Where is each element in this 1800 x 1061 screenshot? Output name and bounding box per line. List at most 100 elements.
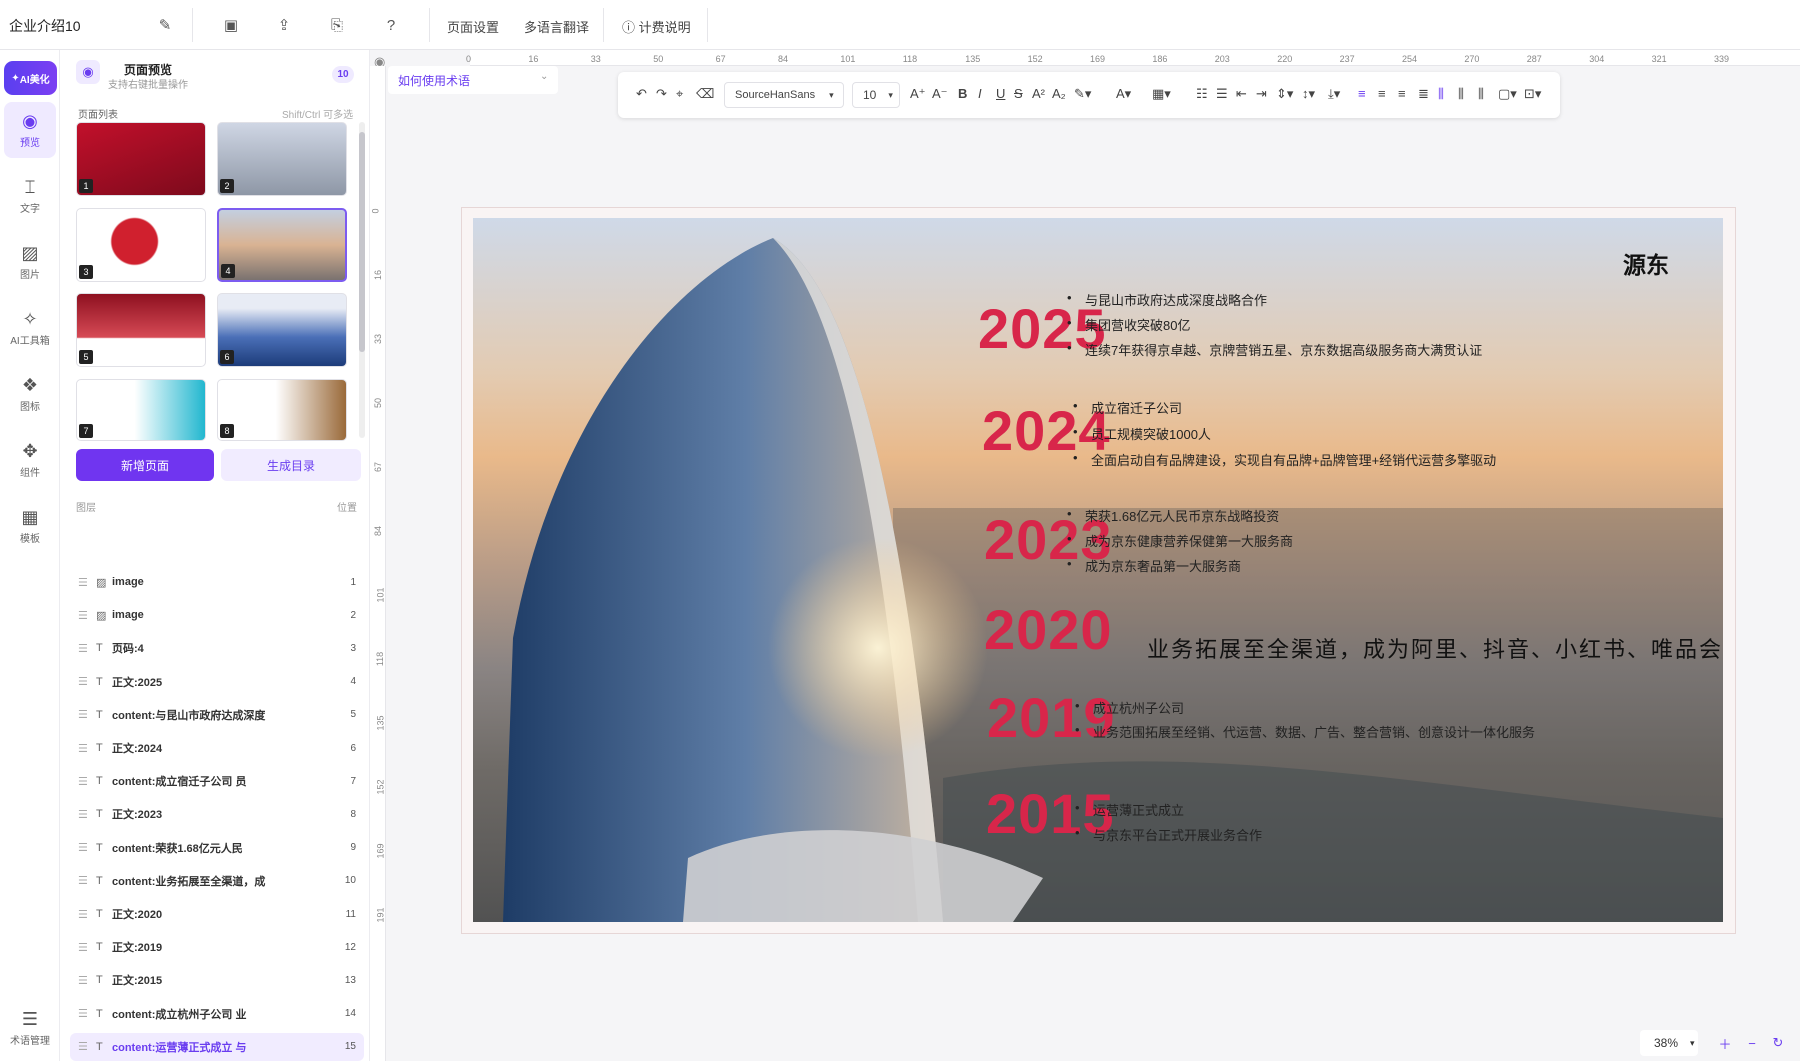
layer-row[interactable]: ☰ Tcontent:荣获1.68亿元人民 9 (70, 834, 364, 862)
save-icon[interactable]: ▣ (220, 14, 242, 36)
drag-handle-icon[interactable]: ☰ (78, 675, 92, 688)
drag-handle-icon[interactable]: ☰ (78, 642, 92, 655)
undo-icon[interactable]: ↶ (636, 86, 647, 102)
reset-zoom-icon[interactable]: ↻ (1767, 1033, 1789, 1053)
slide-thumbnail[interactable]: 3 (76, 208, 206, 282)
slide-thumbnail[interactable]: 5 (76, 293, 206, 367)
drag-handle-icon[interactable]: ☰ (78, 1007, 92, 1020)
timeline-bullet[interactable]: 业务范围拓展至经销、代运营、数据、广告、整合营销、创意设计一体化服务 (1075, 722, 1535, 741)
drag-handle-icon[interactable]: ☰ (78, 609, 92, 622)
nav-templates[interactable]: ▦ 模板 (4, 498, 56, 554)
font-color-icon[interactable]: A▾ (1116, 86, 1131, 102)
slide-thumbnail[interactable]: 6 (217, 293, 347, 367)
translate-button[interactable]: 多语言翻译 (524, 17, 589, 36)
layer-row[interactable]: ☰ Tcontent:运营薄正式成立 与 15 (70, 1032, 364, 1061)
underline-icon[interactable]: U (996, 86, 1005, 101)
layer-row[interactable]: ☰ T 正文:2019 12 (70, 933, 364, 961)
timeline-bullet[interactable]: 成为京东奢品第一大服务商 (1067, 556, 1241, 575)
italic-icon[interactable]: I (978, 86, 982, 101)
layer-row[interactable]: ☰ T 正文:2025 4 (70, 668, 364, 696)
timeline-bullet[interactable]: 运营薄正式成立 (1075, 800, 1184, 819)
slide-thumbnail[interactable]: 8 (217, 379, 347, 441)
nav-image[interactable]: ▨ 图片 (4, 234, 56, 290)
timeline-bullet[interactable]: 荣获1.68亿元人民币京东战略投资 (1067, 506, 1279, 525)
export-icon[interactable]: ⎘ (326, 14, 348, 36)
more-options-icon[interactable]: ⊡▾ (1524, 86, 1541, 102)
drag-handle-icon[interactable]: ☰ (78, 841, 92, 854)
highlight-icon[interactable]: ✎▾ (1074, 86, 1091, 102)
layer-row[interactable]: ☰ T 正文:2024 6 (70, 734, 364, 762)
layer-row[interactable]: ☰ ▨ image 1 (70, 568, 364, 596)
timeline-bullet[interactable]: 员工规模突破1000人 (1073, 424, 1211, 443)
justify-icon[interactable]: ≣ (1418, 86, 1429, 102)
line-spacing-icon[interactable]: ↕▾ (1302, 86, 1315, 102)
document-title[interactable]: 企业介绍10 (9, 16, 81, 36)
zoom-out-icon[interactable]: − (1741, 1033, 1763, 1053)
layer-row[interactable]: ☰ Tcontent:业务拓展至全渠道，成 10 (70, 867, 364, 895)
drag-handle-icon[interactable]: ☰ (78, 808, 92, 821)
nav-preview[interactable]: ◉ 预览 (4, 102, 56, 158)
text-effect-icon[interactable]: ▦▾ (1152, 86, 1171, 102)
help-icon[interactable]: ? (380, 14, 402, 36)
timeline-bullet[interactable]: 集团营收突破80亿 (1067, 315, 1191, 334)
timeline-bullet[interactable]: 成立宿迁子公司 (1073, 398, 1182, 417)
timeline-bullet[interactable]: 连续7年获得京卓越、京牌营销五星、京东数据高级服务商大满贯认证 (1067, 340, 1482, 359)
bullet-list-icon[interactable]: ☰ (1216, 86, 1228, 102)
zoom-select[interactable]: 38% ▾ (1640, 1030, 1698, 1056)
billing-button[interactable]: ⓘ 计费说明 (622, 17, 691, 36)
timeline-bullet[interactable]: 与京东平台正式开展业务合作 (1075, 825, 1262, 844)
drag-handle-icon[interactable]: ☰ (78, 708, 92, 721)
ordered-list-icon[interactable]: ☷ (1196, 86, 1208, 102)
slide-thumbnail-selected[interactable]: 4 (217, 208, 347, 282)
vertical-align-bottom-icon[interactable]: ⫼ (1478, 86, 1484, 102)
edit-title-icon[interactable]: ✎ (154, 14, 176, 36)
align-left-icon[interactable]: ≡ (1358, 86, 1366, 101)
slide-thumbnail[interactable]: 7 (76, 379, 206, 441)
text-direction-icon[interactable]: ⤓▾ (1328, 86, 1340, 102)
layer-row[interactable]: ☰ T 正文:2020 11 (70, 900, 364, 928)
font-size-select[interactable]: 10 ▾ (852, 82, 900, 108)
drag-handle-icon[interactable]: ☰ (78, 1040, 92, 1053)
strikethrough-icon[interactable]: S (1014, 86, 1023, 101)
vertical-align-top-icon[interactable]: ⫼ (1438, 86, 1444, 102)
drag-handle-icon[interactable]: ☰ (78, 874, 92, 887)
drag-handle-icon[interactable]: ☰ (78, 775, 92, 788)
layer-row[interactable]: ☰ T 页码:4 3 (70, 634, 364, 662)
vertical-align-middle-icon[interactable]: ⫼ (1458, 86, 1464, 102)
layer-row[interactable]: ☰ T 正文:2023 8 (70, 800, 364, 828)
add-page-button[interactable]: 新增页面 (76, 449, 214, 481)
zoom-in-icon[interactable]: ＋ (1714, 1033, 1736, 1053)
layer-row[interactable]: ☰ T 正文:2015 13 (70, 966, 364, 994)
glossary-howto-dropdown[interactable]: 如何使用术语 (388, 66, 558, 94)
page-settings-button[interactable]: 页面设置 (447, 17, 499, 36)
drag-handle-icon[interactable]: ☰ (78, 941, 92, 954)
clear-format-icon[interactable]: ⌫ (696, 86, 714, 102)
border-icon[interactable]: ▢▾ (1498, 86, 1517, 102)
thumbnail-scrollbar[interactable] (359, 122, 365, 438)
align-right-icon[interactable]: ≡ (1398, 86, 1406, 101)
redo-icon[interactable]: ↷ (656, 86, 667, 102)
nav-text[interactable]: ⌶ 文字 (4, 168, 56, 224)
drag-handle-icon[interactable]: ☰ (78, 576, 92, 589)
layer-row[interactable]: ☰ Tcontent:成立杭州子公司 业 14 (70, 1000, 364, 1028)
increase-font-icon[interactable]: A⁺ (910, 86, 926, 102)
layer-row[interactable]: ☰ Tcontent:成立宿迁子公司 员 7 (70, 767, 364, 795)
nav-icons[interactable]: ❖ 图标 (4, 366, 56, 422)
format-painter-icon[interactable]: ⌖ (676, 86, 683, 102)
slide-thumbnail[interactable]: 1 (76, 122, 206, 196)
layer-row[interactable]: ☰ ▨ image 2 (70, 601, 364, 629)
drag-handle-icon[interactable]: ☰ (78, 742, 92, 755)
slide-canvas[interactable]: 源东 2025 与昆山市政府达成深度战略合作 集团营收突破80亿 连续7年获得京… (473, 218, 1723, 922)
generate-toc-button[interactable]: 生成目录 (221, 449, 361, 481)
paragraph-spacing-icon[interactable]: ⇕▾ (1276, 86, 1293, 102)
indent-decrease-icon[interactable]: ⇤ (1236, 86, 1247, 102)
timeline-bullet[interactable]: 与昆山市政府达成深度战略合作 (1067, 290, 1267, 309)
timeline-bullet[interactable]: 成立杭州子公司 (1075, 698, 1184, 717)
drag-handle-icon[interactable]: ☰ (78, 908, 92, 921)
year-2020[interactable]: 2020 (984, 597, 1113, 662)
slide-thumbnail[interactable]: 2 (217, 122, 347, 196)
share-icon[interactable]: ⇪ (273, 14, 295, 36)
slide-corner-text[interactable]: 源东 (1623, 246, 1669, 280)
decrease-font-icon[interactable]: A⁻ (932, 86, 948, 102)
indent-increase-icon[interactable]: ⇥ (1256, 86, 1267, 102)
